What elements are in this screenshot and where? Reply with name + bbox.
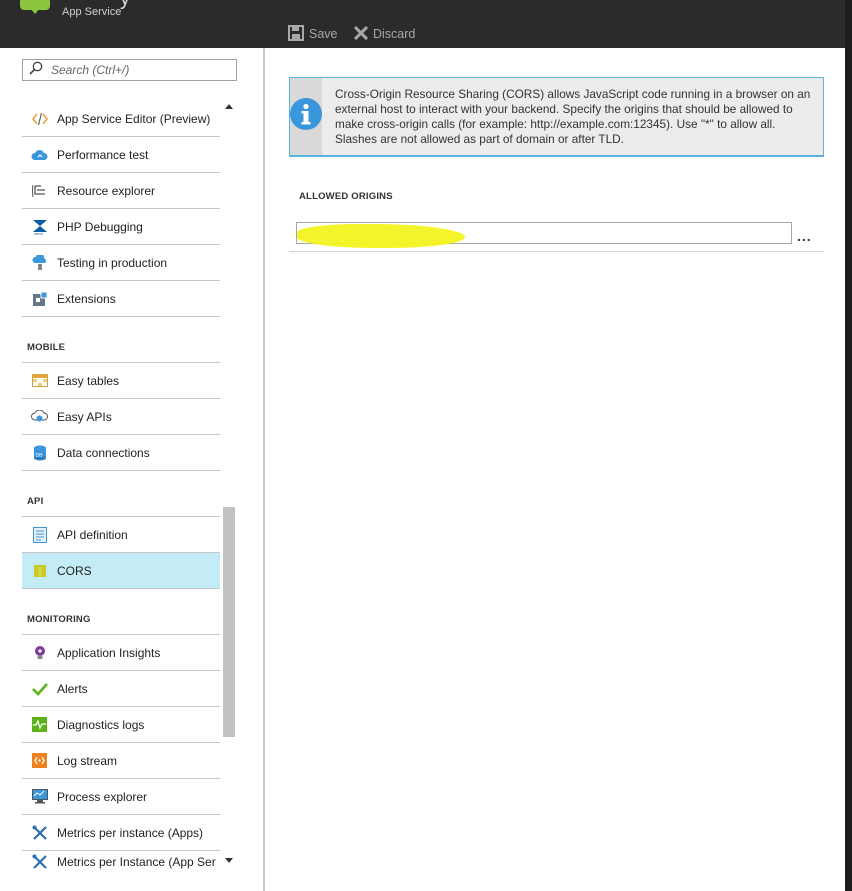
sidebar-item-label: Alerts (57, 681, 88, 696)
sidebar-item-resource-explorer[interactable]: Resource explorer (22, 173, 220, 209)
sidebar-item-label: Easy tables (57, 373, 120, 388)
cors-icon (31, 562, 48, 579)
svg-text:zend: zend (34, 231, 43, 235)
tools-icon (31, 854, 48, 871)
search-input[interactable] (51, 63, 221, 77)
blade-subtitle: App Service (62, 6, 122, 18)
sidebar-item-label: App Service Editor (Preview) (57, 111, 211, 126)
sidebar-item-performance-test[interactable]: Performance test (22, 137, 220, 173)
sidebar-item-label: Metrics per Instance (App Ser (57, 855, 216, 869)
sidebar-item-testing-in-production[interactable]: Testing in production (22, 245, 220, 281)
lightbulb-icon (31, 644, 48, 661)
sidebar-item-label: Data connections (57, 445, 150, 460)
monitor-icon (31, 788, 48, 805)
close-icon (353, 25, 369, 43)
sidebar-item-label: Easy APIs (57, 409, 112, 424)
window-edge (845, 0, 852, 891)
info-text: Cross-Origin Resource Sharing (CORS) all… (335, 87, 811, 146)
save-button[interactable]: Save (288, 24, 338, 44)
sidebar-item-application-insights[interactable]: Application Insights (22, 635, 220, 671)
sidebar-item-extensions[interactable]: Extensions (22, 281, 220, 317)
info-banner: Cross-Origin Resource Sharing (CORS) all… (289, 77, 824, 157)
sidebar-item-label: Resource explorer (57, 183, 156, 198)
more-options-button[interactable]: ... (797, 228, 812, 244)
sidebar-item-label: PHP Debugging (57, 219, 143, 234)
discard-button[interactable]: Discard (353, 24, 416, 44)
pulse-icon (31, 716, 48, 733)
section-header-api: API (22, 471, 220, 517)
sidebar-menu: App Service Editor (Preview) Performance… (22, 101, 220, 873)
search-icon (29, 61, 43, 80)
sidebar-item-php-debugging[interactable]: zend PHP Debugging (22, 209, 220, 245)
info-icon-container (290, 78, 322, 155)
sidebar-item-metrics-per-instance-app-service[interactable]: Metrics per Instance (App Ser (22, 851, 220, 873)
svg-text:DB: DB (35, 453, 43, 459)
document-icon (31, 526, 48, 543)
sidebar-scrollbar[interactable] (222, 101, 236, 871)
sidebar-item-easy-apis[interactable]: Easy APIs (22, 399, 220, 435)
stream-icon (31, 752, 48, 769)
sidebar-item-label: Process explorer (57, 789, 148, 804)
api-cloud-icon (31, 408, 48, 425)
scroll-thumb[interactable] (223, 507, 235, 737)
table-icon (31, 372, 48, 389)
sidebar-item-label: CORS (57, 563, 92, 578)
sidebar-item-data-connections[interactable]: DB Data connections (22, 435, 220, 471)
allowed-origins-label: ALLOWED ORIGINS (299, 191, 393, 202)
code-icon (31, 110, 48, 127)
blade-title: y (120, 0, 130, 11)
sidebar-item-log-stream[interactable]: Log stream (22, 743, 220, 779)
scroll-down-arrow-icon[interactable] (225, 858, 233, 863)
zend-icon: zend (31, 218, 48, 235)
sidebar-item-label: Testing in production (57, 255, 168, 270)
scroll-up-arrow-icon[interactable] (225, 104, 233, 109)
extension-icon (31, 290, 48, 307)
info-icon (290, 98, 322, 135)
sidebar-item-label: API definition (57, 527, 128, 542)
beaker-icon (31, 254, 48, 271)
save-label: Save (309, 27, 338, 41)
sidebar-item-label: Log stream (57, 753, 118, 768)
checkmark-icon (31, 680, 48, 697)
sidebar-item-label: Application Insights (57, 645, 161, 660)
sidebar-item-label: Metrics per instance (Apps) (57, 825, 204, 840)
tools-icon (31, 824, 48, 841)
section-header-monitoring: MONITORING (22, 589, 220, 635)
section-header-mobile: MOBILE (22, 317, 220, 363)
origins-divider (289, 251, 824, 252)
pane-divider (263, 48, 265, 891)
top-header: y App Service Save Discard (0, 0, 845, 48)
sidebar-item-alerts[interactable]: Alerts (22, 671, 220, 707)
sidebar-item-label: Performance test (57, 147, 149, 162)
app-service-logo-icon (20, 0, 50, 14)
search-box[interactable] (22, 59, 237, 81)
sidebar-item-easy-tables[interactable]: Easy tables (22, 363, 220, 399)
save-icon (288, 24, 304, 44)
sidebar-item-metrics-per-instance-apps[interactable]: Metrics per instance (Apps) (22, 815, 220, 851)
sidebar-item-process-explorer[interactable]: Process explorer (22, 779, 220, 815)
sidebar-item-label: Extensions (57, 291, 116, 306)
discard-label: Discard (373, 27, 416, 41)
sidebar-item-cors[interactable]: CORS (22, 553, 220, 589)
sidebar-item-api-definition[interactable]: API definition (22, 517, 220, 553)
database-icon: DB (31, 444, 48, 461)
cloud-icon (31, 146, 48, 163)
sidebar-item-diagnostics-logs[interactable]: Diagnostics logs (22, 707, 220, 743)
allowed-origin-input[interactable] (296, 222, 792, 244)
list-icon (31, 182, 48, 199)
sidebar-item-label: Diagnostics logs (57, 717, 145, 732)
sidebar-item-app-service-editor[interactable]: App Service Editor (Preview) (22, 101, 220, 137)
